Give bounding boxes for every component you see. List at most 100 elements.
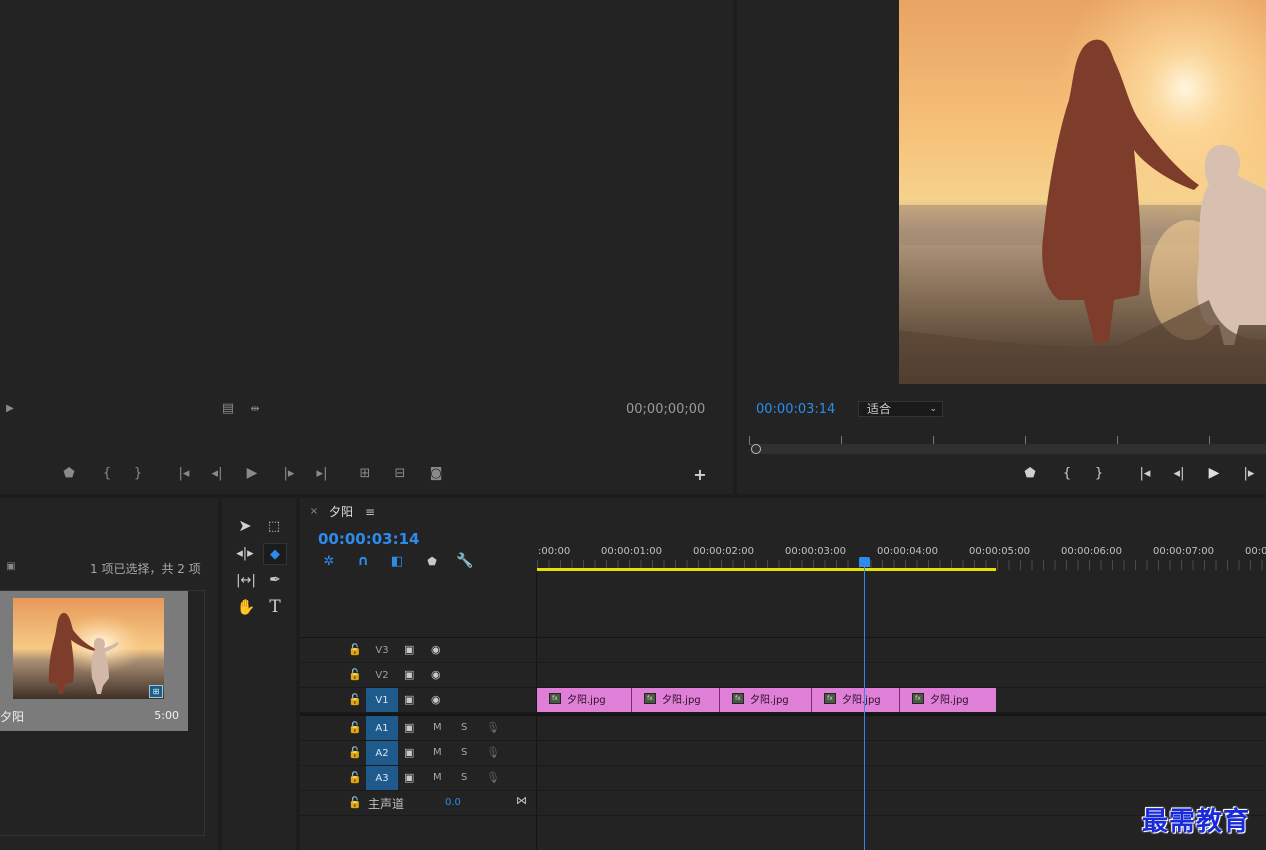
sequence-timecode[interactable]: 00:00:03:14 xyxy=(318,530,420,548)
tab-menu-icon[interactable]: ≡ xyxy=(364,505,376,519)
eye-icon[interactable]: ◉ xyxy=(431,643,441,656)
play-icon[interactable]: ▶ xyxy=(1206,465,1222,481)
track-v3[interactable]: 🔓 V3 ▣ ◉ xyxy=(300,638,1266,663)
drag-audio-icon[interactable]: ⇹ xyxy=(246,401,264,415)
export-frame-icon[interactable]: ▤ xyxy=(221,401,235,415)
track-a1[interactable]: 🔓 A1 ▣ M S 🎙 xyxy=(300,716,1266,741)
zoom-select[interactable]: 适合 ⌄ xyxy=(858,401,943,417)
track-master[interactable]: 🔓 主声道 0.0 ⋈ xyxy=(300,791,1266,816)
insert-icon[interactable]: ⊞ xyxy=(355,466,375,480)
lock-icon[interactable]: 🔓 xyxy=(348,668,362,681)
lock-icon[interactable]: 🔓 xyxy=(348,796,362,809)
add-marker-icon[interactable]: ⬟ xyxy=(1023,466,1037,480)
microphone-icon[interactable]: 🎙 xyxy=(486,721,500,734)
solo-button[interactable]: S xyxy=(461,747,467,758)
solo-button[interactable]: S xyxy=(461,772,467,783)
razor-tool-icon[interactable]: ◆ xyxy=(263,543,287,565)
track-label[interactable]: V3 xyxy=(366,638,398,662)
clip[interactable]: fx 夕阳.jpg xyxy=(632,688,720,712)
mute-button[interactable]: M xyxy=(433,772,442,783)
scroll-handle[interactable] xyxy=(751,444,761,454)
go-to-in-icon[interactable]: |◂ xyxy=(1136,466,1154,480)
step-forward-icon[interactable]: |▸ xyxy=(1241,466,1257,480)
program-timecode[interactable]: 00:00:03:14 xyxy=(756,402,835,417)
clip[interactable]: fx 夕阳.jpg xyxy=(812,688,900,712)
selection-status: 1 项已选择，共 2 项 xyxy=(90,562,201,576)
lock-icon[interactable]: 🔓 xyxy=(348,693,362,706)
mute-button[interactable]: M xyxy=(433,747,442,758)
eye-icon[interactable]: ◉ xyxy=(431,668,441,681)
track-a2[interactable]: 🔓 A2 ▣ M S 🎙 xyxy=(300,741,1266,766)
lock-icon[interactable]: 🔓 xyxy=(348,643,362,656)
selection-tool-icon[interactable]: ➤ xyxy=(236,517,254,535)
project-item-thumbnail[interactable]: ⊞ 夕阳 5:00 xyxy=(0,591,188,731)
eye-icon[interactable]: ◉ xyxy=(431,693,441,706)
linked-selection-icon[interactable]: ◧ xyxy=(388,553,406,569)
go-to-in-icon[interactable]: |◂ xyxy=(175,466,193,480)
go-to-out-icon[interactable]: ▸| xyxy=(313,466,331,480)
add-button-icon[interactable]: + xyxy=(692,467,708,483)
track-a3[interactable]: 🔓 A3 ▣ M S 🎙 xyxy=(300,766,1266,791)
fx-badge-icon: fx xyxy=(644,693,656,704)
source-monitor: ▶ ▤ ⇹ 00;00;00;00 ⬟ { } |◂ ◂| ▶ |▸ ▸| ⊞ … xyxy=(0,0,733,494)
slip-tool-icon[interactable]: |↔| xyxy=(235,571,257,589)
clip[interactable]: fx 夕阳.jpg xyxy=(537,688,632,712)
play-icon[interactable]: ▶ xyxy=(244,465,260,481)
add-marker-icon[interactable]: ⬟ xyxy=(62,466,76,480)
track-v2[interactable]: 🔓 V2 ▣ ◉ xyxy=(300,663,1266,688)
ruler-label: 00:00:05:00 xyxy=(969,546,1031,557)
nest-icon[interactable]: ✲ xyxy=(321,553,337,569)
sync-lock-icon[interactable]: ▣ xyxy=(404,693,414,706)
track-label[interactable]: A2 xyxy=(366,741,398,765)
ripple-edit-tool-icon[interactable]: ◂|▸ xyxy=(235,544,255,562)
close-tab-icon[interactable]: × xyxy=(309,506,319,518)
master-volume-value[interactable]: 0.0 xyxy=(445,797,461,808)
camera-icon[interactable]: ◙ xyxy=(428,466,444,480)
track-label[interactable]: A3 xyxy=(366,766,398,790)
step-forward-icon[interactable]: |▸ xyxy=(281,466,297,480)
sequence-tab-title[interactable]: 夕阳 xyxy=(329,503,353,520)
sync-lock-icon[interactable]: ▣ xyxy=(404,721,414,734)
go-to-end-icon[interactable]: ⋈ xyxy=(516,794,527,807)
clip[interactable]: fx 夕阳.jpg xyxy=(720,688,812,712)
track-label[interactable]: V2 xyxy=(366,663,398,687)
sync-lock-icon[interactable]: ▣ xyxy=(404,746,414,759)
microphone-icon[interactable]: 🎙 xyxy=(486,771,500,784)
step-back-icon[interactable]: ◂| xyxy=(1171,466,1187,480)
track-select-tool-icon[interactable]: ⬚ xyxy=(264,517,284,535)
mark-out-icon[interactable]: } xyxy=(1092,466,1106,480)
project-panel: ▣ 1 项已选择，共 2 项 ⊞ 夕阳 5:00 xyxy=(0,498,218,850)
mark-out-icon[interactable]: } xyxy=(131,466,145,480)
solo-button[interactable]: S xyxy=(461,722,467,733)
overwrite-icon[interactable]: ⊟ xyxy=(390,466,410,480)
type-tool-icon[interactable]: T xyxy=(265,597,285,617)
snap-icon[interactable]: ∩ xyxy=(355,553,371,569)
zoom-select-value: 适合 xyxy=(867,402,892,416)
mark-in-icon[interactable]: { xyxy=(1060,466,1074,480)
program-scrollbar[interactable] xyxy=(751,444,1266,454)
playhead-line[interactable] xyxy=(864,566,865,850)
lock-icon[interactable]: 🔓 xyxy=(348,746,362,759)
mark-in-icon[interactable]: { xyxy=(100,466,114,480)
clip[interactable]: fx 夕阳.jpg xyxy=(900,688,996,712)
lock-icon[interactable]: 🔓 xyxy=(348,771,362,784)
source-timecode[interactable]: 00;00;00;00 xyxy=(626,402,705,417)
microphone-icon[interactable]: 🎙 xyxy=(486,746,500,759)
wrench-icon[interactable]: 🔧 xyxy=(456,553,473,569)
track-label[interactable]: A1 xyxy=(366,716,398,740)
pen-tool-icon[interactable]: ✒ xyxy=(265,571,285,589)
lock-icon[interactable]: 🔓 xyxy=(348,721,362,734)
sync-lock-icon[interactable]: ▣ xyxy=(404,771,414,784)
program-ruler[interactable] xyxy=(749,430,1266,445)
sync-lock-icon[interactable]: ▣ xyxy=(404,643,414,656)
timeline-marker-icon[interactable]: ⬟ xyxy=(425,554,439,568)
step-back-icon[interactable]: ◂| xyxy=(209,466,225,480)
sync-lock-icon[interactable]: ▣ xyxy=(404,668,414,681)
track-label[interactable]: V1 xyxy=(366,688,398,712)
bin-icon[interactable]: ▣ xyxy=(3,561,19,573)
chevron-down-icon: ⌄ xyxy=(929,404,937,414)
mute-button[interactable]: M xyxy=(433,722,442,733)
work-area-bar[interactable] xyxy=(537,568,996,571)
play-small-icon[interactable]: ▶ xyxy=(4,402,16,416)
hand-tool-icon[interactable]: ✋ xyxy=(236,598,256,616)
